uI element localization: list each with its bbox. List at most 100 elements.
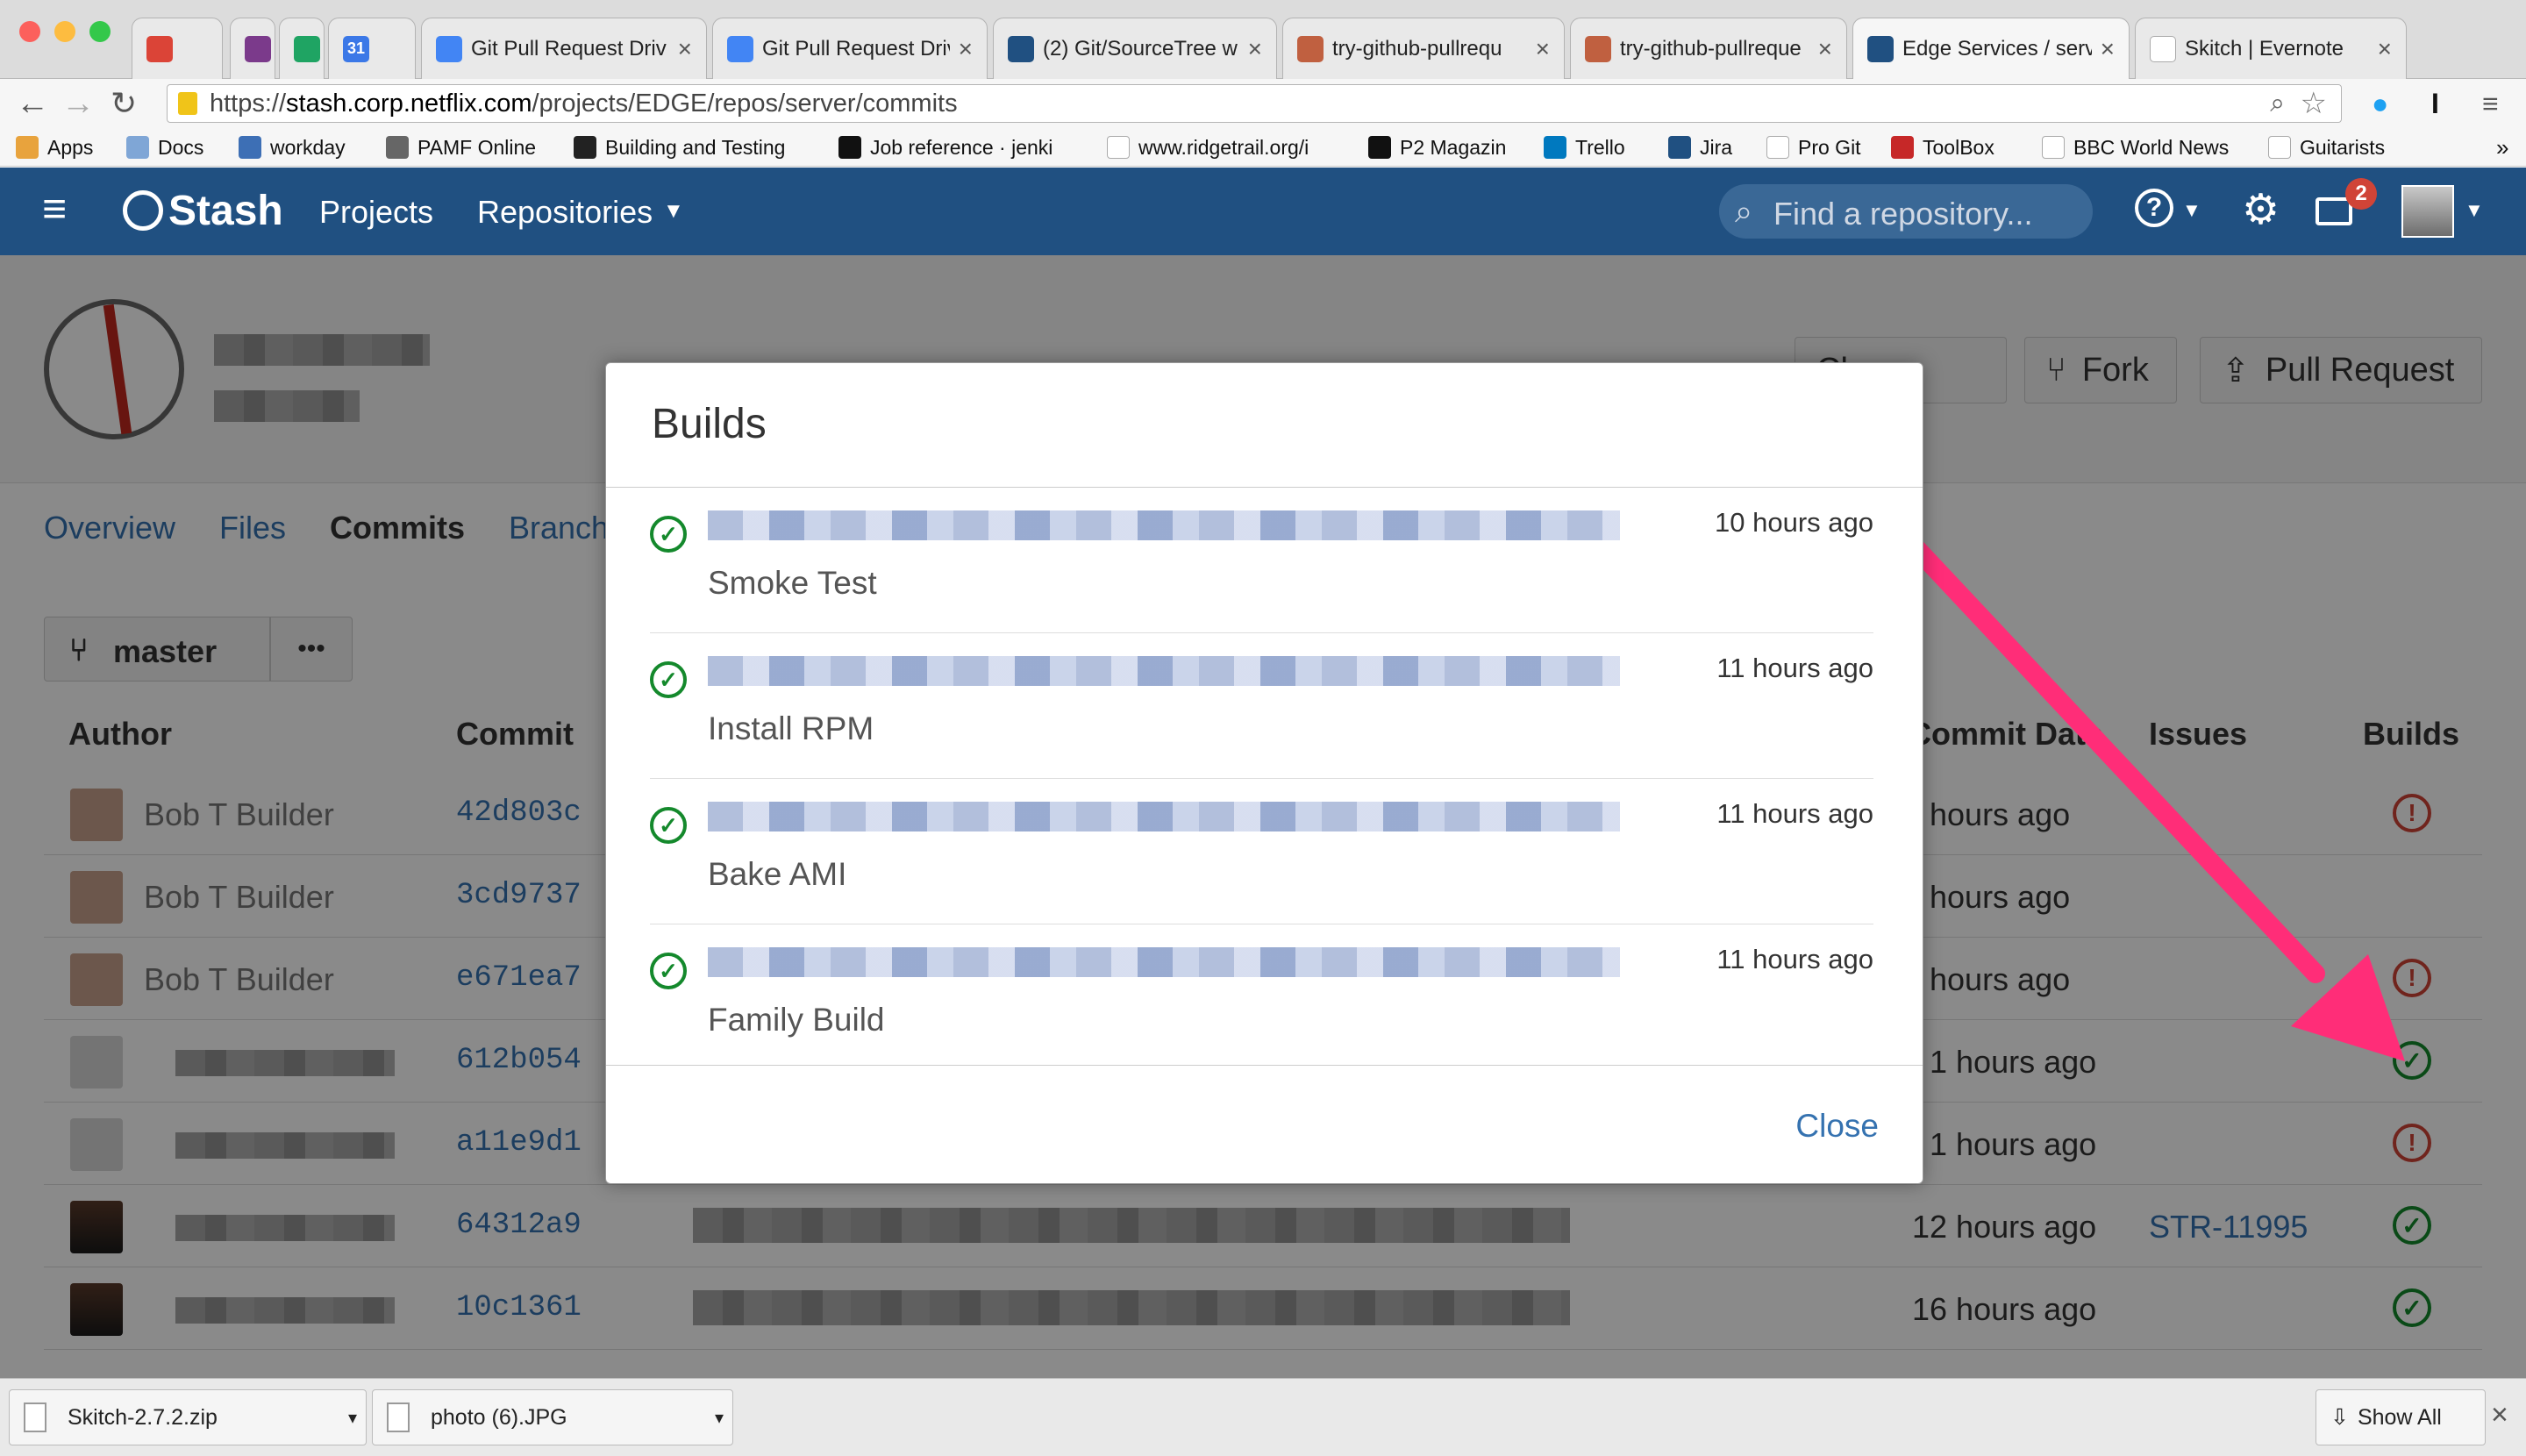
reload-icon[interactable]: ↻	[111, 86, 137, 121]
browser-tab[interactable]: 31	[328, 18, 416, 79]
chevron-down-icon: ▼	[2465, 199, 2484, 221]
bookmarks-overflow-icon[interactable]: »	[2496, 128, 2508, 167]
lock-icon	[178, 92, 197, 115]
user-avatar[interactable]	[2401, 185, 2454, 238]
github-icon	[838, 136, 861, 159]
build-name-link[interactable]	[708, 802, 1620, 831]
download-filename: photo (6).JPG	[431, 1404, 567, 1430]
forward-icon[interactable]: →	[61, 86, 95, 121]
p2-icon	[1368, 136, 1391, 159]
bookmark-item[interactable]: ToolBox	[1891, 128, 1994, 167]
browser-tab[interactable]	[132, 18, 223, 79]
close-tab-icon[interactable]: ×	[1536, 35, 1550, 63]
browser-tab[interactable]	[230, 18, 275, 79]
close-tab-icon[interactable]: ×	[2101, 35, 2115, 63]
close-download-bar-icon[interactable]: ×	[2491, 1398, 2508, 1432]
tab-label: try-github-pullreque	[1620, 36, 1802, 61]
close-window-icon[interactable]	[19, 21, 40, 42]
chevron-down-icon[interactable]: ▾	[348, 1407, 357, 1429]
search-input[interactable]: Find a repository...	[1773, 196, 2032, 232]
gear-icon[interactable]: ⚙	[2242, 185, 2280, 234]
bookmark-item[interactable]: Job reference · jenki	[838, 128, 1052, 167]
address-bar[interactable]: https://stash.corp.netflix.com/projects/…	[167, 84, 2342, 123]
menu-icon[interactable]: ≡	[2482, 88, 2499, 120]
bookmark-item[interactable]: Jira	[1668, 128, 1732, 167]
bookmark-label: Trello	[1575, 135, 1625, 159]
zoom-window-icon[interactable]	[89, 21, 111, 42]
sourcetree-icon	[1008, 35, 1034, 62]
build-success-icon: ✓	[650, 661, 687, 698]
build-time: 11 hours ago	[1716, 653, 1873, 683]
bookmark-item[interactable]: PAMF Online	[386, 128, 536, 167]
bookmark-item[interactable]: Apps	[16, 128, 93, 167]
build-success-icon: ✓	[650, 516, 687, 553]
build-type: Bake AMI	[708, 856, 847, 892]
page-icon	[2268, 136, 2291, 159]
bookmark-item[interactable]: workday	[239, 128, 346, 167]
pamf-icon	[386, 136, 409, 159]
bookmark-label: workday	[270, 135, 346, 159]
browser-tab[interactable]: Edge Services / serv ×	[1852, 18, 2130, 79]
zoom-icon[interactable]: ⌕	[2270, 89, 2285, 118]
browser-tab[interactable]: try-github-pullreque ×	[1570, 18, 1847, 79]
close-tab-icon[interactable]: ×	[2378, 35, 2392, 63]
show-all-label: Show All	[2357, 1404, 2442, 1430]
bookmarks-bar: Apps Docs workday PAMF Online Building and T…	[0, 128, 2526, 167]
bookmark-item[interactable]: Trello	[1544, 128, 1625, 167]
bookmark-item[interactable]: BBC World News	[2042, 128, 2229, 167]
url-host: stash.corp.netflix.com	[286, 89, 532, 118]
chevron-down-icon[interactable]: ▾	[715, 1407, 724, 1429]
browser-tab-strip: 31 Git Pull Request Driv × Git Pull Request…	[0, 0, 2526, 79]
close-tab-icon[interactable]: ×	[1248, 35, 1262, 63]
build-name-link[interactable]	[708, 510, 1620, 540]
star-icon[interactable]: ☆	[2301, 86, 2327, 121]
extension-icon[interactable]: ●	[2372, 88, 2388, 120]
stash-logo-icon[interactable]	[123, 190, 163, 231]
download-item[interactable]: photo (6).JPG ▾	[372, 1389, 733, 1445]
show-all-downloads-button[interactable]: ⇩ Show All	[2316, 1389, 2486, 1445]
tab-label: Git Pull Request Driv	[471, 36, 667, 61]
folder-icon	[126, 136, 149, 159]
bookmark-item[interactable]: Pro Git	[1766, 128, 1861, 167]
browser-tab[interactable]: Skitch | Evernote ×	[2135, 18, 2407, 79]
browser-tab[interactable]: Git Pull Request Driv ×	[712, 18, 988, 79]
bookmark-item[interactable]: Building and Testing	[574, 128, 785, 167]
help-icon[interactable]: ?	[2135, 189, 2173, 227]
close-tab-icon[interactable]: ×	[678, 35, 692, 63]
bookmark-label: PAMF Online	[417, 135, 537, 159]
download-bar: Skitch-2.7.2.zip ▾ photo (6).JPG ▾ ⇩ Sho…	[0, 1378, 2526, 1456]
bookmark-label: Docs	[158, 135, 204, 159]
build-name-link[interactable]	[708, 656, 1620, 686]
url-prefix: https://	[210, 89, 287, 118]
build-name-link[interactable]	[708, 947, 1620, 977]
back-icon[interactable]: ←	[16, 86, 49, 121]
minimize-window-icon[interactable]	[54, 21, 75, 42]
build-entry: ✓ 11 hours ago Family Build	[650, 924, 1873, 1070]
trello-icon	[1544, 136, 1566, 159]
instapaper-icon[interactable]: I	[2431, 88, 2439, 120]
repository-search[interactable]: ⌕ Find a repository...	[1719, 184, 2093, 239]
nav-repositories[interactable]: Repositories	[477, 194, 653, 231]
build-type: Family Build	[708, 1002, 885, 1038]
bookmark-item[interactable]: P2 Magazin	[1368, 128, 1506, 167]
nav-projects[interactable]: Projects	[319, 194, 433, 231]
jenkins-icon	[1297, 35, 1324, 62]
browser-tab[interactable]: try-github-pullrequ ×	[1282, 18, 1565, 79]
browser-tab[interactable]: (2) Git/SourceTree w ×	[993, 18, 1277, 79]
bookmark-item[interactable]: www.ridgetrail.org/i	[1107, 128, 1309, 167]
bookmark-item[interactable]: Guitarists	[2268, 128, 2385, 167]
bookmark-label: Guitarists	[2300, 135, 2386, 159]
hamburger-menu-icon[interactable]: ≡	[42, 189, 67, 231]
stash-logo[interactable]: Stash	[168, 187, 283, 235]
download-item[interactable]: Skitch-2.7.2.zip ▾	[9, 1389, 367, 1445]
browser-tab[interactable]: Git Pull Request Driv ×	[421, 18, 707, 79]
close-tab-icon[interactable]: ×	[959, 35, 973, 63]
bookmark-label: Building and Testing	[605, 135, 786, 159]
browser-tab[interactable]	[279, 18, 325, 79]
jenkins-icon	[574, 136, 596, 159]
close-tab-icon[interactable]: ×	[1818, 35, 1832, 63]
build-entry: ✓ 10 hours ago Smoke Test	[650, 488, 1873, 633]
bookmark-item[interactable]: Docs	[126, 128, 203, 167]
url-path: /projects/EDGE/repos/server/commits	[532, 89, 958, 118]
close-button[interactable]: Close	[1795, 1108, 1879, 1145]
